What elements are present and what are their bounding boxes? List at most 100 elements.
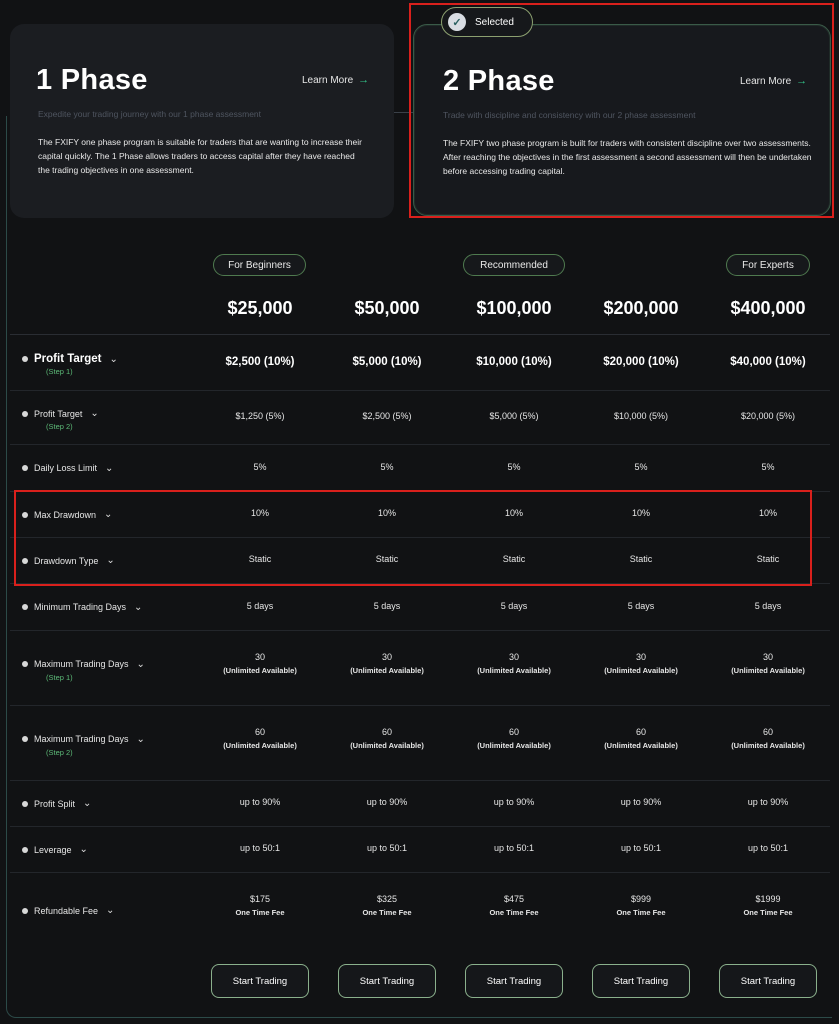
- table-cell: up to 90%: [327, 797, 447, 807]
- cell-value: $2,500 (10%): [225, 356, 295, 368]
- cell-value: 10%: [631, 508, 650, 518]
- row-label-toggle[interactable]: Profit Target ⌄: [22, 353, 118, 365]
- phase-2-learn-more-link[interactable]: Learn More →: [740, 75, 807, 87]
- cell-subtext: (Unlimited Available): [604, 740, 678, 750]
- table-cell: 60 (Unlimited Available): [708, 727, 828, 750]
- cell-subtext: One Time Fee: [616, 908, 666, 917]
- table-cell: Static: [581, 554, 701, 564]
- table-cell: 10%: [708, 508, 828, 518]
- row-label-toggle[interactable]: Maximum Trading Days ⌄: [22, 659, 145, 670]
- cell-value: up to 50:1: [366, 843, 408, 853]
- row-label-toggle[interactable]: Refundable Fee ⌄: [22, 905, 114, 916]
- table-cell: Static: [454, 554, 574, 564]
- row-label-toggle[interactable]: Profit Target ⌄: [22, 408, 99, 419]
- row-label-toggle[interactable]: Minimum Trading Days ⌄: [22, 602, 142, 613]
- table-row: Leverage ⌄ up to 50:1 up to 50:1 up to 50:1 u…: [10, 826, 830, 872]
- table-cell: 5 days: [200, 601, 320, 611]
- cell-value: up to 90%: [747, 797, 789, 807]
- chevron-down-icon: ⌄: [90, 408, 99, 419]
- row-label-toggle[interactable]: Leverage ⌄: [22, 844, 88, 855]
- table-cell: $2,500 (10%): [200, 356, 320, 368]
- table-cell: $40,000 (10%): [708, 356, 828, 368]
- account-size-200k: $200,000: [603, 298, 679, 318]
- cell-value: $475: [503, 894, 525, 904]
- cell-subtext: One Time Fee: [362, 908, 412, 917]
- cell-subtext: One Time Fee: [489, 908, 539, 917]
- cell-subtext: (Unlimited Available): [223, 740, 297, 750]
- cell-value: 5 days: [500, 600, 528, 611]
- table-cell: 5%: [581, 462, 701, 472]
- start-trading-button-100k[interactable]: Start Trading: [465, 964, 563, 998]
- start-trading-button-25k[interactable]: Start Trading: [211, 964, 309, 998]
- cell-value: $1999: [755, 894, 781, 904]
- row-label: Daily Loss Limit: [34, 463, 98, 473]
- table-cell: $10,000 (5%): [581, 411, 701, 421]
- table-cell: up to 90%: [454, 797, 574, 807]
- table-cell: 5 days: [581, 601, 701, 611]
- table-cell: $175 One Time Fee: [200, 894, 320, 917]
- table-row: Profit Split ⌄ up to 90% up to 90% up to 90%…: [10, 780, 830, 826]
- start-trading-button-200k[interactable]: Start Trading: [592, 964, 690, 998]
- table-cell: $20,000 (5%): [708, 411, 828, 421]
- row-label-toggle[interactable]: Daily Loss Limit ⌄: [22, 463, 113, 474]
- cell-value: up to 90%: [620, 797, 662, 807]
- phase-2-title: 2 Phase: [443, 65, 555, 97]
- table-cell: Static: [327, 554, 447, 564]
- cell-value: up to 90%: [366, 797, 408, 807]
- info-icon: [22, 846, 28, 853]
- table-cell: 10%: [454, 508, 574, 518]
- cell-value: 10%: [504, 508, 523, 518]
- row-label: Profit Split: [34, 798, 76, 809]
- start-trading-button-50k[interactable]: Start Trading: [338, 964, 436, 998]
- cell-value: 5 days: [373, 600, 401, 611]
- table-cell: 5%: [200, 462, 320, 472]
- cell-subtext: (Unlimited Available): [350, 665, 424, 675]
- cell-value: 30: [635, 651, 646, 662]
- chevron-down-icon: ⌄: [134, 601, 143, 613]
- info-icon: [22, 511, 28, 518]
- cell-value: $999: [630, 894, 652, 904]
- chevron-down-icon: ⌄: [83, 798, 92, 809]
- cell-value: 30: [381, 651, 392, 662]
- row-label: Profit Target: [34, 408, 83, 419]
- row-label-toggle[interactable]: Max Drawdown ⌄: [22, 509, 112, 520]
- cell-value: Static: [375, 554, 399, 564]
- cell-value: $5,000 (5%): [489, 411, 539, 421]
- row-label-toggle[interactable]: Drawdown Type ⌄: [22, 555, 115, 566]
- cell-value: 60: [508, 726, 519, 737]
- table-cell: $999 One Time Fee: [581, 894, 701, 917]
- info-icon: [22, 736, 28, 742]
- cell-value: up to 50:1: [239, 843, 281, 853]
- cell-value: 5 days: [754, 600, 782, 611]
- row-label-toggle[interactable]: Maximum Trading Days ⌄: [22, 734, 145, 745]
- start-trading-button-400k[interactable]: Start Trading: [719, 964, 817, 998]
- row-step-label: (Step 2): [46, 747, 73, 757]
- table-cell: $1999 One Time Fee: [708, 894, 828, 917]
- row-label: Max Drawdown: [34, 509, 97, 520]
- row-step-label: (Step 1): [46, 672, 73, 682]
- row-label: Drawdown Type: [34, 555, 99, 566]
- info-icon: [22, 557, 28, 564]
- chevron-down-icon: ⌄: [105, 462, 114, 474]
- cell-subtext: One Time Fee: [235, 908, 285, 917]
- cell-value: $10,000 (10%): [476, 356, 552, 368]
- table-cell: $5,000 (5%): [454, 411, 574, 421]
- account-size-50k: $50,000: [354, 298, 420, 318]
- cell-value: 30: [254, 651, 265, 662]
- phase-1-title: 1 Phase: [36, 64, 148, 96]
- table-cell: 30 (Unlimited Available): [200, 652, 320, 675]
- row-label-toggle[interactable]: Profit Split ⌄: [22, 798, 91, 809]
- table-cell: 10%: [327, 508, 447, 518]
- table-cell: up to 50:1: [200, 843, 320, 853]
- table-cell: 60 (Unlimited Available): [200, 727, 320, 750]
- cell-value: up to 50:1: [747, 843, 789, 853]
- table-cell: up to 50:1: [708, 843, 828, 853]
- info-icon: [22, 907, 28, 914]
- phase-1-learn-more-link[interactable]: Learn More →: [302, 74, 369, 86]
- cell-value: $20,000 (5%): [740, 411, 796, 421]
- cell-value: 30: [508, 651, 519, 662]
- badge-for-beginners: For Beginners: [213, 254, 306, 276]
- chevron-down-icon: ⌄: [104, 509, 113, 520]
- table-cell: 5%: [454, 462, 574, 472]
- cell-value: $1,250 (5%): [235, 411, 285, 421]
